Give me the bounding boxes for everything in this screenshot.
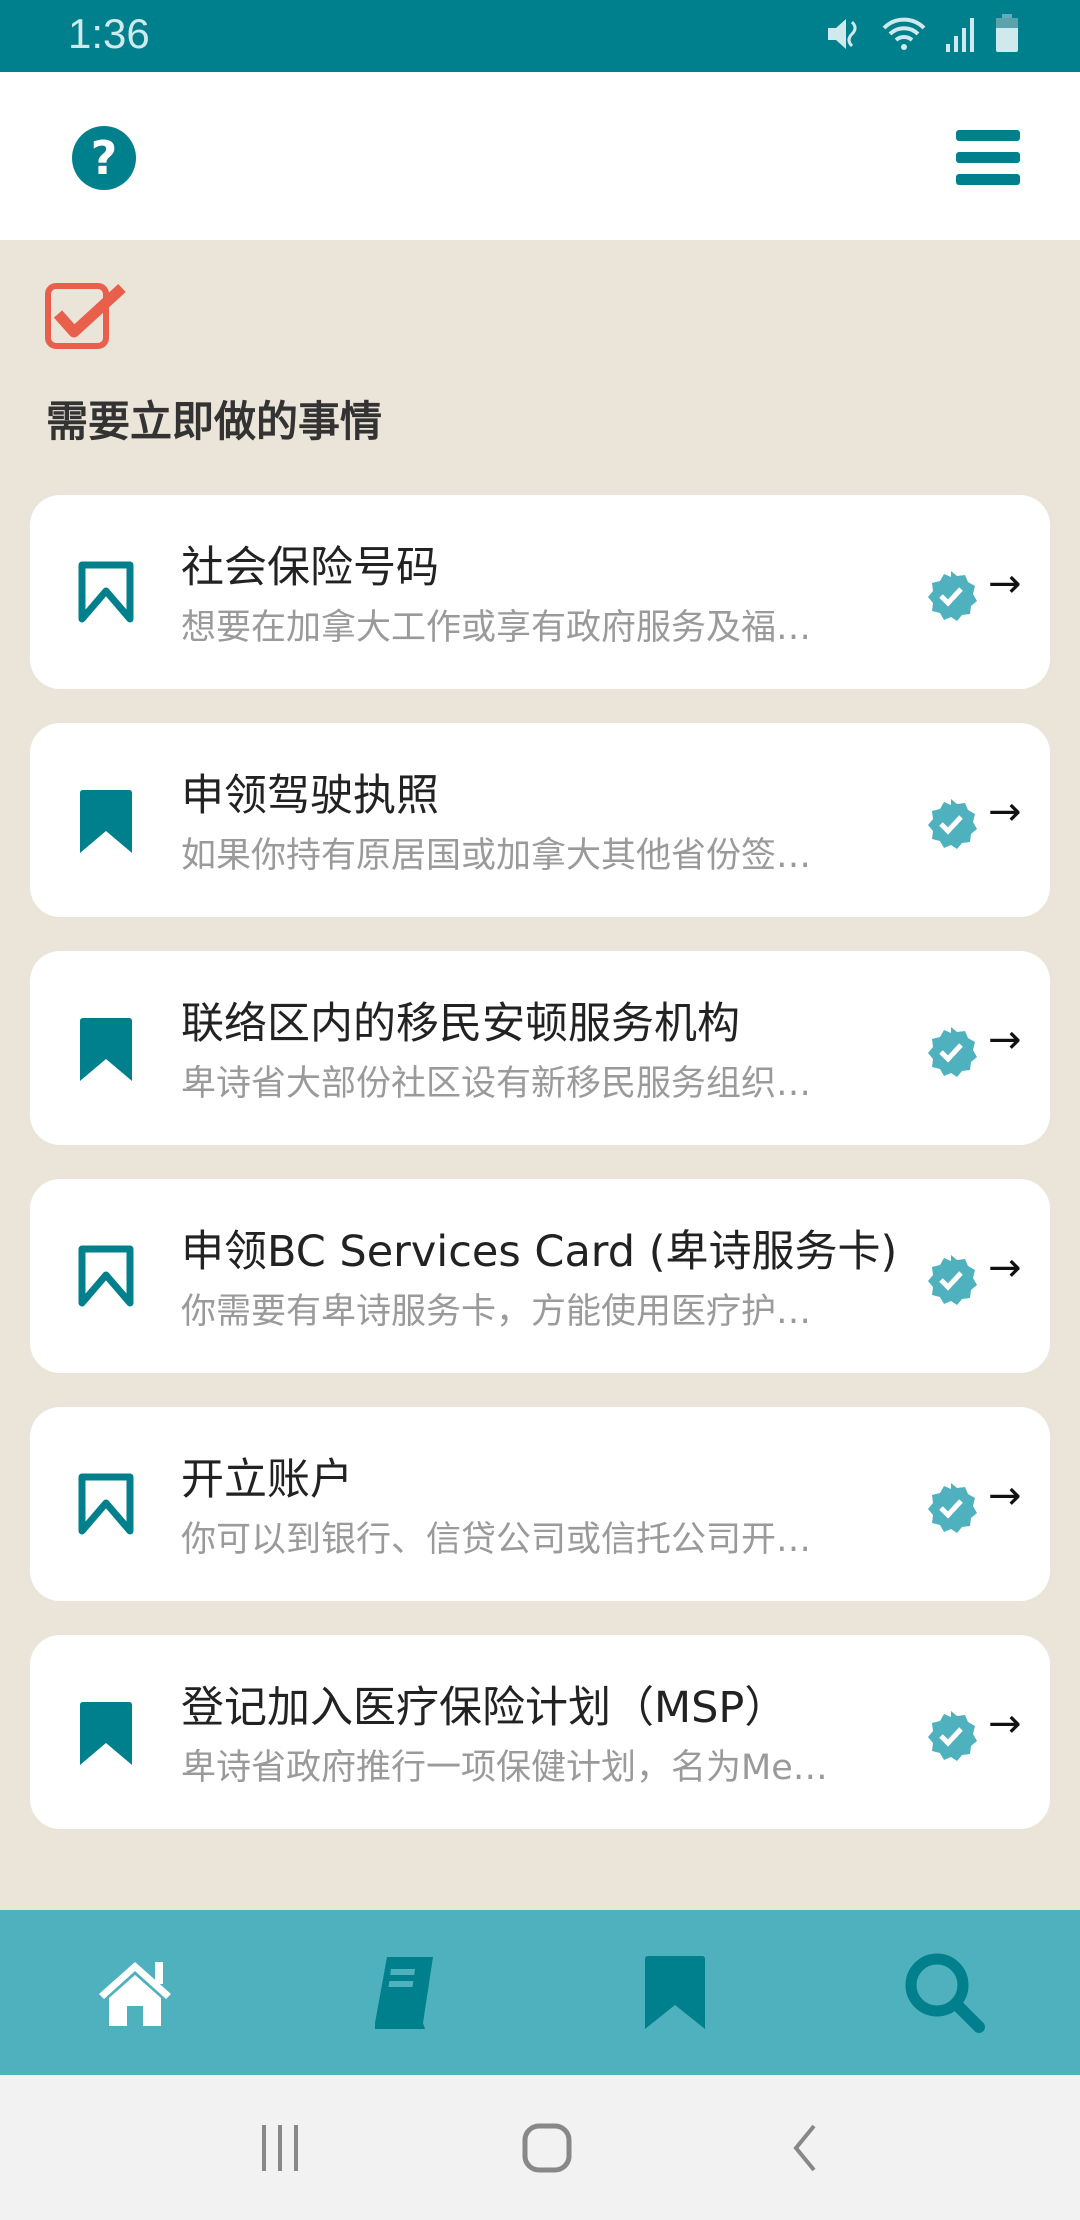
status-time: 1:36 — [68, 10, 150, 57]
task-card[interactable]: 联络区内的移民安顿服务机构 卑诗省大部份社区设有新移民服务组织… → — [30, 951, 1050, 1145]
recents-icon[interactable] — [258, 2123, 306, 2173]
task-card[interactable]: 申领驾驶执照 如果你持有原居国或加拿大其他省份签… → — [30, 723, 1050, 917]
task-title: 申领驾驶执照 — [181, 771, 439, 821]
nav-search[interactable] — [885, 1933, 1005, 2053]
bookmark-icon — [645, 1955, 705, 2029]
verified-badge-icon — [928, 571, 977, 621]
question-circle-icon[interactable]: ? — [72, 126, 136, 190]
task-title: 联络区内的移民安顿服务机构 — [181, 999, 740, 1049]
verified-badge-icon — [928, 1027, 977, 1077]
home-icon — [99, 1961, 171, 2026]
bookmark-icon[interactable] — [78, 1473, 134, 1539]
mute-icon — [828, 19, 857, 49]
arrow-right-icon[interactable]: → — [988, 1473, 1022, 1519]
bookmark-icon[interactable] — [78, 561, 134, 627]
section-title: 需要立即做的事情 — [46, 397, 383, 446]
verified-badge-icon — [928, 1255, 977, 1305]
task-subtitle: 如果你持有原居国或加拿大其他省份签… — [181, 836, 812, 876]
task-card[interactable]: 社会保险号码 想要在加拿大工作或享有政府服务及福… → — [30, 495, 1050, 689]
bookmark-icon[interactable] — [78, 1701, 134, 1767]
app-header: ? — [0, 72, 1080, 240]
wifi-icon — [882, 17, 926, 50]
verified-badge-icon — [928, 1483, 977, 1533]
system-nav-bar — [0, 2075, 1080, 2220]
checkbox-checked-icon — [45, 283, 126, 349]
hamburger-icon[interactable] — [956, 130, 1020, 186]
task-title: 申领BC Services Card (卑诗服务卡) — [181, 1227, 898, 1277]
arrow-right-icon[interactable]: → — [988, 789, 1022, 835]
bookmark-icon[interactable] — [78, 1017, 134, 1083]
back-icon[interactable] — [788, 2122, 822, 2174]
arrow-right-icon[interactable]: → — [988, 561, 1022, 607]
nav-book[interactable] — [345, 1933, 465, 2053]
verified-badge-icon — [928, 799, 977, 849]
book-icon — [375, 1956, 433, 2029]
nav-bookmarks[interactable] — [615, 1933, 735, 2053]
task-subtitle: 你可以到银行、信贷公司或信托公司开… — [181, 1520, 812, 1560]
signal-icon — [946, 18, 974, 52]
home-icon[interactable] — [521, 2122, 573, 2174]
arrow-right-icon[interactable]: → — [988, 1017, 1022, 1063]
search-icon — [905, 1953, 985, 2033]
task-card[interactable]: 登记加入医疗保险计划（MSP） 卑诗省政府推行一项保健计划，名为Me… → — [30, 1635, 1050, 1829]
arrow-right-icon[interactable]: → — [988, 1701, 1022, 1747]
nav-home[interactable] — [75, 1933, 195, 2053]
bookmark-icon[interactable] — [78, 789, 134, 855]
task-title: 登记加入医疗保险计划（MSP） — [181, 1683, 788, 1733]
task-subtitle: 想要在加拿大工作或享有政府服务及福… — [181, 608, 812, 648]
task-title: 社会保险号码 — [181, 543, 439, 593]
bookmark-icon[interactable] — [78, 1245, 134, 1311]
status-bar: 1:36 — [0, 0, 1080, 72]
bottom-nav — [0, 1910, 1080, 2075]
verified-badge-icon — [928, 1711, 977, 1761]
task-card[interactable]: 开立账户 你可以到银行、信贷公司或信托公司开… → — [30, 1407, 1050, 1601]
task-title: 开立账户 — [181, 1455, 353, 1505]
task-subtitle: 卑诗省大部份社区设有新移民服务组织… — [181, 1064, 812, 1104]
arrow-right-icon[interactable]: → — [988, 1245, 1022, 1291]
task-subtitle: 你需要有卑诗服务卡，方能使用医疗护… — [181, 1292, 812, 1332]
task-card[interactable]: 申领BC Services Card (卑诗服务卡) 你需要有卑诗服务卡，方能使… — [30, 1179, 1050, 1373]
battery-icon — [996, 14, 1018, 52]
task-subtitle: 卑诗省政府推行一项保健计划，名为Me… — [181, 1748, 828, 1788]
